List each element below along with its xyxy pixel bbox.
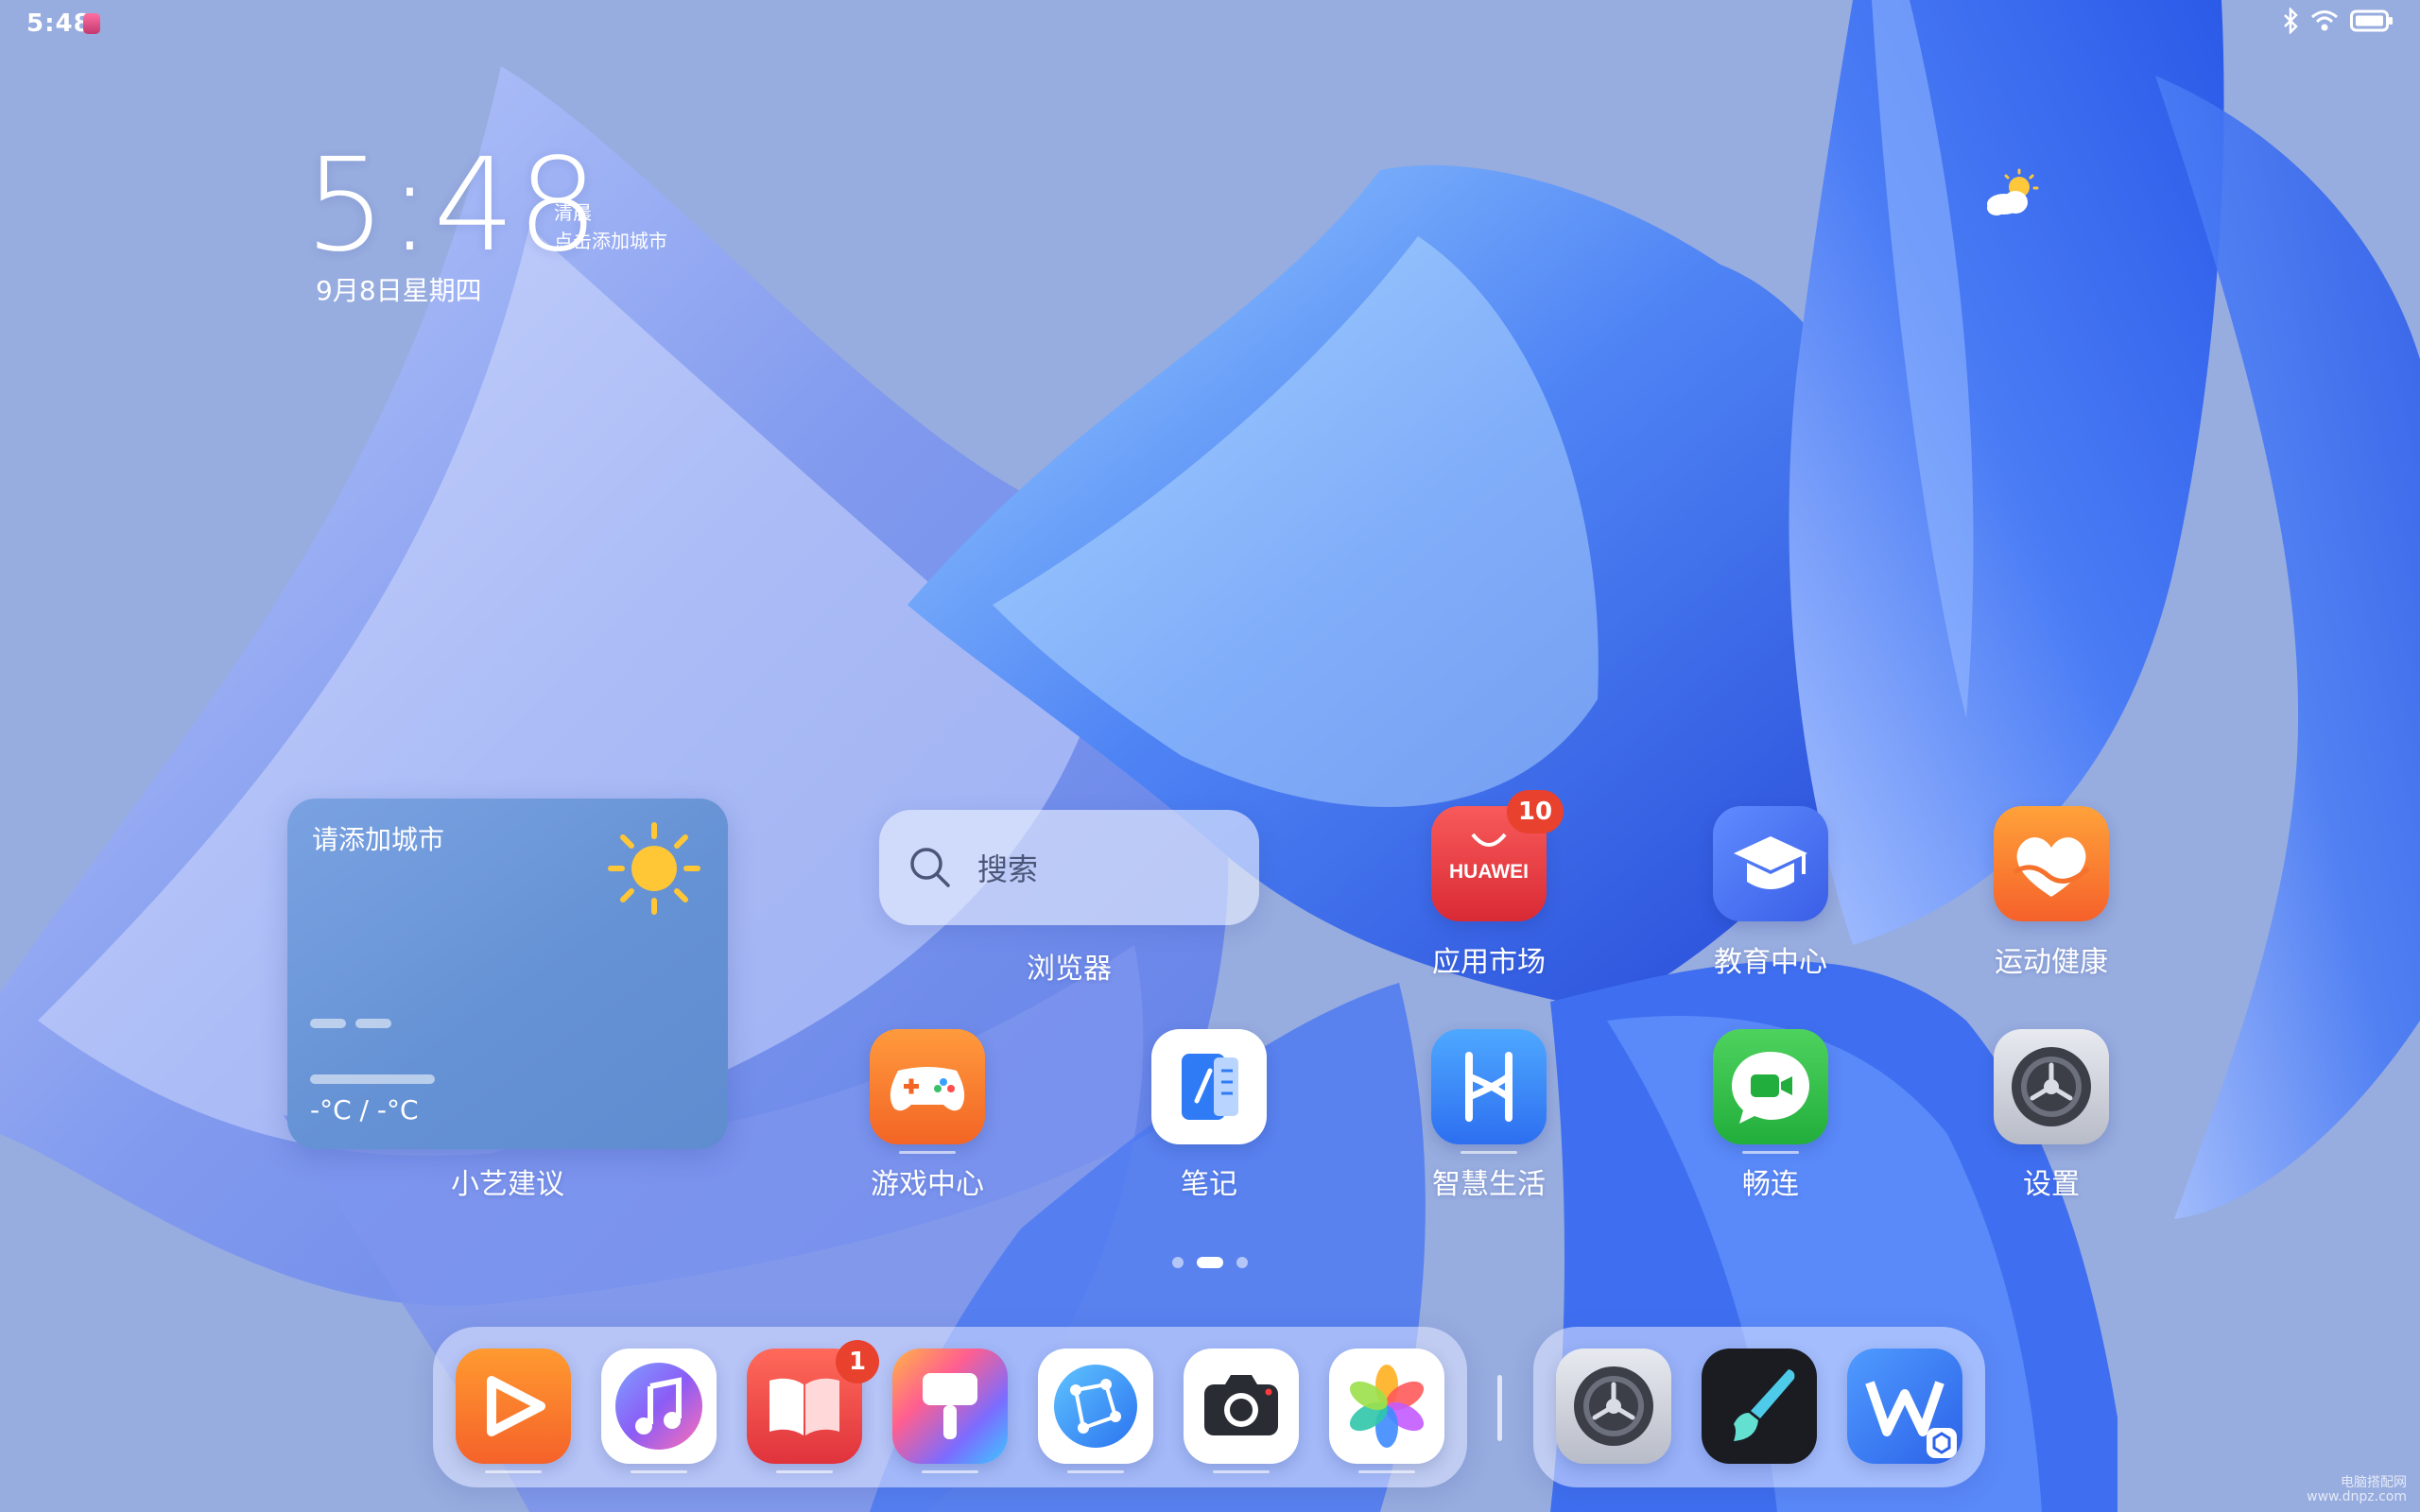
watermark: 电脑搭配网 www.dnpz.com [2307,1476,2407,1504]
weather-card-label: 小艺建议 [451,1168,564,1201]
notification-icon [83,13,100,34]
app-market-brand: HUAWEI [1449,861,1529,883]
status-icons [2282,6,2394,38]
watermark-line1: 电脑搭配网 [2341,1475,2407,1490]
themes-app-icon[interactable] [892,1349,1008,1464]
smart-life-label: 智慧生活 [1432,1168,1546,1201]
browser-widget-label: 浏览器 [1027,953,1112,986]
dock-underline [922,1470,978,1473]
battery-icon [2350,9,2394,36]
music-app-icon[interactable] [601,1349,717,1464]
dock-underline [1213,1470,1270,1473]
dock-underline [776,1470,833,1473]
weather-card-temperature: -°C / -°C [310,1094,419,1125]
page-indicator[interactable] [1172,1257,1248,1268]
smart-life-underline [1461,1151,1517,1154]
page-dot[interactable] [1172,1257,1184,1268]
camera-app-icon[interactable] [1184,1349,1299,1464]
dock-underline [485,1470,542,1473]
wifi-icon [2310,9,2339,37]
books-app-badge: 1 [836,1340,879,1383]
bluetooth-icon [2282,6,2299,38]
clock-weather-info[interactable]: 清晨 点击添加城市 [554,198,667,255]
gallery-app-icon[interactable] [1329,1349,1444,1464]
wps-office-icon[interactable] [1847,1349,1962,1464]
add-city-prompt[interactable]: 点击添加城市 [554,227,667,255]
app-market-badge: 10 [1507,790,1564,833]
meetime-app-label: 畅连 [1742,1168,1799,1201]
health-app-icon[interactable] [1994,806,2109,921]
weather-card-widget[interactable]: 请添加城市 -°C / -°C [287,799,728,1149]
clock-date: 9月8日星期四 [316,275,482,306]
sun-icon [607,821,701,919]
status-bar-time: 5:48 [26,9,92,38]
weather-card-city: 请添加城市 [312,824,445,855]
dock-underline [1358,1470,1415,1473]
notes-app-icon[interactable] [1151,1029,1267,1144]
search-placeholder: 搜索 [977,851,1039,887]
weather-placeholder-bar [310,1074,435,1084]
video-app-icon[interactable] [456,1349,571,1464]
browser-app-icon[interactable] [1038,1349,1153,1464]
weather-placeholder-dash [310,1019,346,1028]
weather-condition: 清晨 [554,201,592,224]
meetime-underline [1742,1151,1799,1154]
meetime-app-icon[interactable] [1713,1029,1828,1144]
game-center-underline [899,1151,956,1154]
education-center-label: 教育中心 [1714,946,1827,979]
partly-cloudy-icon[interactable] [1983,168,2044,225]
dock-underline [631,1470,687,1473]
browser-search-widget[interactable]: 搜索 [879,810,1259,925]
page-dot-active[interactable] [1197,1257,1223,1268]
dock-divider [1497,1375,1502,1441]
settings-app-label: 设置 [2023,1168,2080,1201]
search-icon [908,845,953,894]
dock-underline [1067,1470,1124,1473]
settings-app-icon[interactable] [1994,1029,2109,1144]
paint-app-icon[interactable] [1702,1349,1817,1464]
game-center-label: 游戏中心 [871,1168,984,1201]
settings-dock-icon[interactable] [1556,1349,1671,1464]
education-center-icon[interactable] [1713,806,1828,921]
watermark-line2: www.dnpz.com [2307,1489,2407,1504]
weather-placeholder-dash [355,1019,391,1028]
smart-life-icon[interactable] [1431,1029,1547,1144]
page-dot[interactable] [1236,1257,1248,1268]
health-app-label: 运动健康 [1995,946,2108,979]
app-market-label: 应用市场 [1432,946,1546,979]
game-center-icon[interactable] [870,1029,985,1144]
notes-app-label: 笔记 [1181,1168,1237,1201]
